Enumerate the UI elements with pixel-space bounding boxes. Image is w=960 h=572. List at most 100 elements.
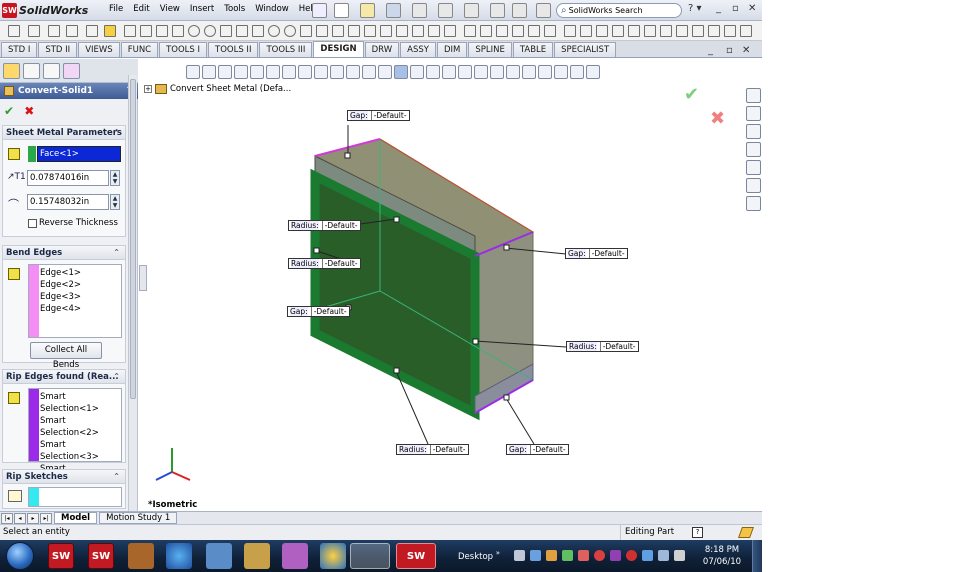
tab-views[interactable]: VIEWS <box>78 42 120 57</box>
fixed-face-field[interactable]: Face<1> <box>37 146 121 162</box>
configuration-manager-tab-icon[interactable] <box>43 63 60 79</box>
system-clock[interactable]: 8:18 PM 07/06/10 <box>700 544 744 568</box>
gap-callout[interactable]: Gap: -Default- <box>506 444 569 455</box>
design-library-icon[interactable] <box>746 106 761 121</box>
tab-tools-iii[interactable]: TOOLS III <box>259 42 313 57</box>
taskbar-browser-icon[interactable] <box>166 543 192 569</box>
ellipse-icon[interactable] <box>268 25 280 37</box>
tab-design[interactable]: DESIGN <box>313 41 364 57</box>
confirm-ok-corner[interactable]: ✔ <box>684 84 699 105</box>
quick-tips-icon[interactable]: ? <box>692 527 703 538</box>
onenote-icon[interactable] <box>610 550 621 561</box>
doc-minimize-icon[interactable]: _ <box>708 45 713 56</box>
convert-entities-icon[interactable] <box>444 25 456 37</box>
hide-show-items-icon[interactable] <box>538 65 552 79</box>
slot-icon[interactable] <box>332 25 344 37</box>
rotate-icon[interactable] <box>596 25 608 37</box>
rectangle-icon[interactable] <box>140 25 152 37</box>
rip-edges-list[interactable]: Smart Selection<1> Smart Selection<2> Sm… <box>28 388 122 486</box>
search-results-icon[interactable] <box>746 142 761 157</box>
block-icon[interactable] <box>676 25 688 37</box>
taskbar-solidworks-active-icon[interactable]: SW <box>396 543 436 569</box>
smart-dimension-icon[interactable] <box>66 25 78 37</box>
polygon-icon[interactable] <box>172 25 184 37</box>
add-relation-icon[interactable] <box>86 25 98 37</box>
sketch-icon[interactable] <box>48 25 60 37</box>
quick-snaps-icon[interactable] <box>104 25 116 37</box>
taskbar-solidworks-icon[interactable]: SW <box>48 543 74 569</box>
point-icon[interactable] <box>348 25 360 37</box>
doc-restore-icon[interactable]: ▫ <box>726 45 733 56</box>
single-view-icon[interactable] <box>426 65 440 79</box>
feature-manager-tab-icon[interactable] <box>3 63 20 79</box>
collapse-icon[interactable]: ⌃ <box>113 470 120 484</box>
file-properties-icon[interactable] <box>536 3 551 18</box>
taskbar-app-icon[interactable] <box>128 543 154 569</box>
resources-icon[interactable] <box>746 88 761 103</box>
start-button[interactable] <box>6 542 34 570</box>
dimxpert-tab-icon[interactable] <box>63 63 80 79</box>
top-view-icon[interactable] <box>378 65 392 79</box>
tray-icon[interactable] <box>626 550 637 561</box>
back-view-icon[interactable] <box>330 65 344 79</box>
edit-appearance-icon[interactable] <box>554 65 568 79</box>
list-item[interactable]: Edge<3> <box>40 291 81 303</box>
jog-line-icon[interactable] <box>512 25 524 37</box>
section-header[interactable]: Bend Edges ⌃ <box>3 246 125 260</box>
two-view-horizontal-icon[interactable] <box>442 65 456 79</box>
sketch-pen-icon[interactable] <box>737 527 755 538</box>
linear-pattern-icon[interactable] <box>644 25 656 37</box>
prev-tab-icon[interactable]: ◂ <box>14 512 26 524</box>
collect-all-bends-button[interactable]: Collect All Bends <box>30 342 102 370</box>
parabola-icon[interactable] <box>300 25 312 37</box>
isometric-view-icon[interactable] <box>394 65 408 79</box>
section-header[interactable]: Sheet Metal Parameters ⌃ <box>3 126 125 140</box>
tab-assy[interactable]: ASSY <box>400 42 436 57</box>
show-desktop-button[interactable] <box>752 540 762 572</box>
open-icon[interactable] <box>360 3 375 18</box>
rebuild-icon[interactable] <box>490 3 505 18</box>
section-header[interactable]: Rip Sketches ⌃ <box>3 470 125 484</box>
left-view-icon[interactable] <box>346 65 360 79</box>
new-document-icon[interactable] <box>334 3 349 18</box>
tab-tools-ii[interactable]: TOOLS II <box>208 42 259 57</box>
perimeter-circle-icon[interactable] <box>204 25 216 37</box>
zoom-to-fit-icon[interactable] <box>186 65 200 79</box>
stretch-icon[interactable] <box>628 25 640 37</box>
zoom-in-out-icon[interactable] <box>218 65 232 79</box>
trimetric-view-icon[interactable] <box>410 65 424 79</box>
appearances-icon[interactable] <box>746 178 761 193</box>
radius-callout[interactable]: Radius: -Default- <box>396 444 469 455</box>
first-tab-icon[interactable]: |◂ <box>1 512 13 524</box>
line-icon[interactable] <box>124 25 136 37</box>
list-item[interactable]: Smart Selection<1> <box>40 391 121 415</box>
options-icon[interactable] <box>512 3 527 18</box>
circular-pattern-icon[interactable] <box>660 25 672 37</box>
menu-tools[interactable]: Tools <box>219 4 250 14</box>
display-icon[interactable] <box>658 550 669 561</box>
tab-std-ii[interactable]: STD II <box>38 42 78 57</box>
pin-icon[interactable] <box>312 3 327 18</box>
chamfer-icon[interactable] <box>412 25 424 37</box>
scroll-thumb[interactable] <box>130 79 136 399</box>
section-header[interactable]: Rip Edges found (Rea... ⌃ <box>3 370 125 384</box>
save-icon[interactable] <box>386 3 401 18</box>
tab-motion-study[interactable]: Motion Study 1 <box>99 512 178 524</box>
tray-icon[interactable] <box>594 550 605 561</box>
scale-icon[interactable] <box>612 25 624 37</box>
restore-icon[interactable]: ▫ <box>732 3 739 14</box>
front-view-icon[interactable] <box>314 65 328 79</box>
split-icon[interactable] <box>496 25 508 37</box>
panel-splitter[interactable] <box>139 265 147 291</box>
tab-std-i[interactable]: STD I <box>1 42 38 57</box>
display-style-icon[interactable] <box>522 65 536 79</box>
taskbar-solidworks-icon[interactable]: SW <box>88 543 114 569</box>
radius-callout[interactable]: Radius: -Default- <box>288 220 361 231</box>
list-item[interactable]: Edge<2> <box>40 279 81 291</box>
tab-func[interactable]: FUNC <box>120 42 159 57</box>
trim-icon[interactable] <box>464 25 476 37</box>
desktop-toolbar[interactable]: Desktop » <box>458 549 500 562</box>
tab-drw[interactable]: DRW <box>364 42 400 57</box>
close-icon[interactable]: ✕ <box>748 3 756 14</box>
zoom-to-area-icon[interactable] <box>202 65 216 79</box>
